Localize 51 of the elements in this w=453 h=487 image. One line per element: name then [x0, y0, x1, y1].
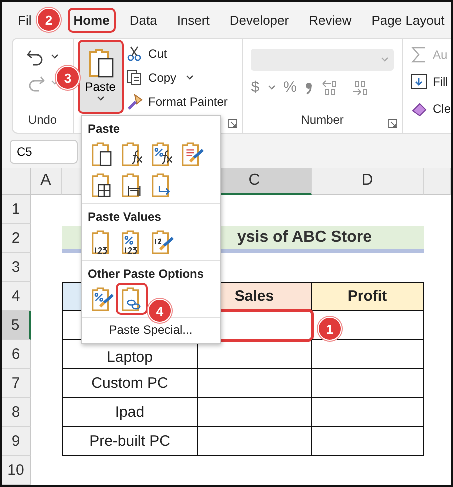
- scissors-icon: [126, 45, 144, 63]
- row-header[interactable]: 8: [2, 398, 31, 427]
- fill-down-icon: [410, 73, 428, 91]
- ribbon-tab[interactable]: Review: [305, 10, 356, 30]
- percent-button[interactable]: %: [284, 79, 297, 96]
- column-header[interactable]: D: [312, 168, 424, 195]
- table-header-cell: Profit: [312, 282, 424, 311]
- paste-button[interactable]: Paste: [80, 42, 122, 112]
- step-badge: 2: [37, 8, 61, 32]
- row-header[interactable]: 10: [2, 456, 31, 485]
- ribbon-tab[interactable]: Fil: [14, 10, 36, 30]
- cut-button[interactable]: Cut: [126, 45, 228, 63]
- sheet-title: ysis of ABC Store: [237, 228, 372, 246]
- ribbon-tab[interactable]: Home: [70, 10, 114, 30]
- format-painter-button[interactable]: Format Painter: [126, 93, 228, 111]
- group-label: Number: [301, 113, 344, 129]
- menu-section-heading: Paste: [88, 122, 122, 136]
- column-header[interactable]: A: [31, 168, 62, 195]
- paintbrush-icon: [126, 93, 144, 111]
- clipboard-icon: [86, 48, 115, 78]
- row-header[interactable]: 1: [2, 195, 31, 224]
- menu-section-heading: Other Paste Options: [88, 267, 206, 281]
- name-box[interactable]: C5: [10, 140, 78, 164]
- ribbon-tab[interactable]: Developer: [226, 10, 294, 30]
- comma-style-icon[interactable]: [304, 80, 313, 94]
- clear-button[interactable]: Cle: [410, 100, 451, 118]
- dialog-launcher-icon[interactable]: [228, 119, 238, 129]
- caret-icon: [380, 57, 389, 63]
- clipboard-icon[interactable]: [118, 285, 146, 313]
- currency-button[interactable]: $: [251, 79, 260, 96]
- row-header[interactable]: 3: [2, 253, 31, 282]
- table-cell: Ipad: [62, 398, 198, 427]
- copy-icon: [126, 69, 144, 87]
- copy-button[interactable]: Copy: [126, 69, 228, 87]
- sigma-icon: [410, 46, 428, 64]
- row-header[interactable]: 5: [2, 311, 31, 340]
- row-header[interactable]: 2: [2, 224, 31, 253]
- group-label: Undo: [28, 113, 58, 129]
- dialog-launcher-icon[interactable]: [388, 119, 398, 129]
- row-header[interactable]: 9: [2, 427, 31, 456]
- ribbon-tab[interactable]: Page Layout: [368, 10, 449, 30]
- caret-icon[interactable]: [51, 54, 59, 60]
- row-header[interactable]: 6: [2, 340, 31, 369]
- row-header[interactable]: 4: [2, 282, 31, 311]
- fill-button[interactable]: Fill: [410, 73, 451, 91]
- caret-icon: [96, 96, 105, 102]
- ribbon-tab[interactable]: Insert: [173, 10, 214, 30]
- menu-section-heading: Paste Values: [88, 210, 162, 224]
- ribbon-tab[interactable]: Data: [126, 10, 162, 30]
- row-header[interactable]: 7: [2, 369, 31, 398]
- table-cell: Custom PC: [62, 369, 198, 398]
